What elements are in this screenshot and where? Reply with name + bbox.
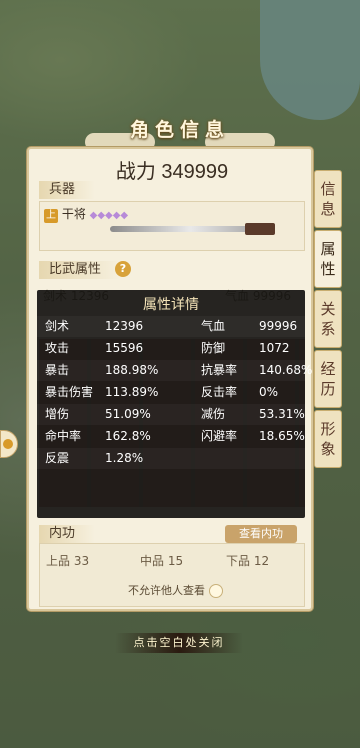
stat-value: 140.68% — [259, 363, 313, 377]
detail-row: 暴击 188.98% 抗暴率 140.68% — [37, 360, 312, 381]
detail-row: 剑术 12396 气血 99996 — [37, 316, 305, 337]
stat-label: 防御 — [201, 341, 226, 355]
help-icon[interactable]: ? — [115, 261, 131, 277]
stat-value: 51.09% — [105, 407, 151, 421]
neigong-section-header: 内功 查看内功 — [39, 525, 305, 543]
stat-label: 气血 — [201, 319, 226, 333]
power-value: 349999 — [161, 161, 229, 183]
detail-row: 暴击伤害 113.89% 反击率 0% — [37, 382, 305, 403]
stat-label: 反震 — [45, 451, 70, 465]
detail-row: 命中率 162.8% 闪避率 18.65% — [37, 426, 305, 447]
detail-row: 攻击 15596 防御 1072 — [37, 338, 305, 359]
permission-checkbox-icon[interactable] — [208, 584, 223, 598]
weapon-section-header: 兵器 — [39, 181, 305, 199]
stat-label: 剑术 — [45, 319, 70, 333]
stat-value: 162.8% — [105, 429, 151, 443]
grade-low: 下品 12 — [226, 554, 270, 568]
tab-attributes[interactable]: 属性 — [314, 230, 342, 288]
attribute-detail-popup: 属性详情 剑术 12396 气血 99996 攻击 15596 防御 1072 暴击 188.98… — [37, 290, 312, 518]
stat-value: 53.31% — [259, 407, 305, 421]
detail-row: 增伤 51.09% 减伤 53.31% — [37, 404, 305, 425]
stat-label: 暴击 — [45, 363, 70, 377]
stat-value: 12396 — [105, 319, 144, 333]
detail-row: 反震 1.28% — [37, 448, 305, 469]
close-hint[interactable]: 点击空白处关闭 — [115, 633, 243, 653]
stat-label: 抗暴率 — [201, 363, 238, 377]
stat-label: 减伤 — [201, 407, 226, 421]
tab-appearance[interactable]: 形象 — [314, 410, 342, 468]
grade-mid: 中品 15 — [140, 554, 184, 568]
stat-label: 反击率 — [201, 385, 238, 399]
stat-value: 1.28% — [105, 451, 144, 465]
stat-value: 113.89% — [105, 385, 159, 399]
biwu-section-header: 比武属性 ? — [39, 261, 305, 279]
permission-toggle[interactable]: 不允许他人查看 — [128, 582, 223, 598]
stat-label: 攻击 — [45, 341, 70, 355]
stat-value: 188.98% — [105, 363, 159, 377]
tab-relations[interactable]: 关系 — [314, 290, 342, 348]
biwu-section-label: 比武属性 — [39, 261, 122, 279]
neigong-summary: 上品 33 中品 15 下品 12 不允许他人查看 — [39, 543, 305, 607]
rank-tag: 上 — [44, 209, 58, 223]
neigong-section-label: 内功 — [39, 525, 96, 543]
weapon-section-label: 兵器 — [39, 181, 96, 199]
view-neigong-button[interactable]: 查看内功 — [225, 525, 297, 543]
weapon-card[interactable]: 上 干将 ◆◆◆◆◆ — [39, 201, 305, 251]
combat-power: 战力 349999 — [29, 155, 315, 184]
tab-history[interactable]: 经历 — [314, 350, 342, 408]
stat-value: 99996 — [259, 319, 298, 333]
stat-label: 闪避率 — [201, 429, 238, 443]
tab-info[interactable]: 信息 — [314, 170, 342, 228]
star-rating-icon: ◆◆◆◆◆ — [89, 210, 129, 221]
stat-value: 0% — [259, 385, 279, 399]
stat-value: 1072 — [259, 341, 290, 355]
grade-high: 上品 33 — [46, 554, 90, 568]
detail-title: 属性详情 — [143, 297, 199, 313]
stat-value: 15596 — [105, 341, 144, 355]
power-label: 战力 — [115, 161, 156, 183]
page-title: 角色信息 — [129, 119, 230, 141]
stat-label: 暴击伤害 — [45, 385, 94, 399]
weapon-name: 干将 — [61, 207, 86, 221]
stat-label: 增伤 — [45, 407, 70, 421]
permission-text: 不允许他人查看 — [128, 584, 205, 597]
stat-label: 命中率 — [45, 429, 82, 443]
stat-value: 18.65% — [259, 429, 305, 443]
sword-hilt-icon — [245, 223, 275, 235]
